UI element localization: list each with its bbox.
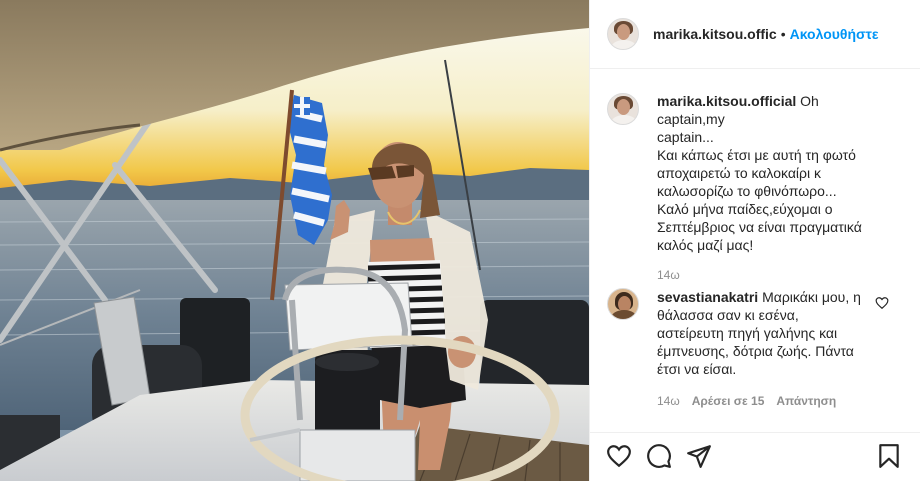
caption-line: Και κάπως έτσι με αυτή τη φωτό bbox=[657, 147, 856, 163]
save-bookmark-icon[interactable] bbox=[876, 443, 902, 469]
comment-bubble-icon[interactable] bbox=[646, 443, 672, 469]
share-paper-plane-icon[interactable] bbox=[686, 443, 712, 469]
like-heart-icon[interactable] bbox=[606, 443, 632, 469]
caption-avatar[interactable] bbox=[607, 93, 639, 125]
post-header: marika.kitsou.offic • Ακολουθήστε bbox=[590, 0, 920, 69]
comment-line: θάλασσα σαν κι εσένα, bbox=[657, 307, 799, 323]
comment-timestamp[interactable]: 14ω bbox=[657, 394, 680, 408]
post-actions-bar bbox=[590, 432, 920, 481]
comment-meta: 14ω Αρέσει σε 15 Απάντηση bbox=[657, 394, 889, 408]
comment-line: έμπνευσης, δότρια ζωής. Πάντα bbox=[657, 343, 854, 359]
author-avatar[interactable] bbox=[607, 18, 639, 50]
commenter-avatar[interactable] bbox=[607, 288, 639, 320]
comment-line: αστείρευτη πηγή γαλήνης και bbox=[657, 325, 838, 341]
caption-line: αποχαιρετώ το καλοκαίρι κ bbox=[657, 165, 822, 181]
caption-text: marika.kitsou.official Oh captain,my cap… bbox=[657, 92, 889, 254]
follow-button[interactable]: Ακολουθήστε bbox=[790, 26, 879, 42]
caption-username[interactable]: marika.kitsou.official bbox=[657, 93, 796, 109]
comment-text: sevastianakatri Μαρικάκι μου, η θάλασσα … bbox=[657, 288, 889, 378]
caption-timestamp[interactable]: 14ω bbox=[657, 268, 889, 282]
comment-line: έτσι να είσαι. bbox=[657, 361, 737, 377]
separator-dot: • bbox=[780, 26, 786, 42]
comment-likes-count[interactable]: Αρέσει σε 15 bbox=[692, 394, 765, 408]
author-username[interactable]: marika.kitsou.offic bbox=[653, 26, 777, 42]
commenter-username[interactable]: sevastianakatri bbox=[657, 289, 758, 305]
comment-like-heart-icon[interactable] bbox=[875, 296, 889, 310]
caption-line: captain... bbox=[657, 129, 714, 145]
comment-item: sevastianakatri Μαρικάκι μου, η θάλασσα … bbox=[607, 288, 907, 408]
post-photo[interactable] bbox=[0, 0, 589, 481]
post-side-panel: marika.kitsou.offic • Ακολουθήστε marika… bbox=[589, 0, 920, 481]
comment-line: Μαρικάκι μου, η bbox=[762, 289, 861, 305]
caption-line: καλωσορίζω το φθινόπωρο... bbox=[657, 183, 837, 199]
comment-reply-button[interactable]: Απάντηση bbox=[776, 394, 836, 408]
sailing-photo-illustration bbox=[0, 0, 589, 481]
comments-section[interactable]: marika.kitsou.official Oh captain,my cap… bbox=[590, 70, 920, 432]
instagram-post: marika.kitsou.offic • Ακολουθήστε marika… bbox=[0, 0, 920, 481]
caption-line: Σεπτέμβριος να είναι πραγματικά bbox=[657, 219, 862, 235]
caption-line: καλός μαζί μας! bbox=[657, 237, 754, 253]
caption-line: Καλό μήνα παίδες,εύχομαι ο bbox=[657, 201, 833, 217]
post-caption: marika.kitsou.official Oh captain,my cap… bbox=[607, 92, 907, 282]
